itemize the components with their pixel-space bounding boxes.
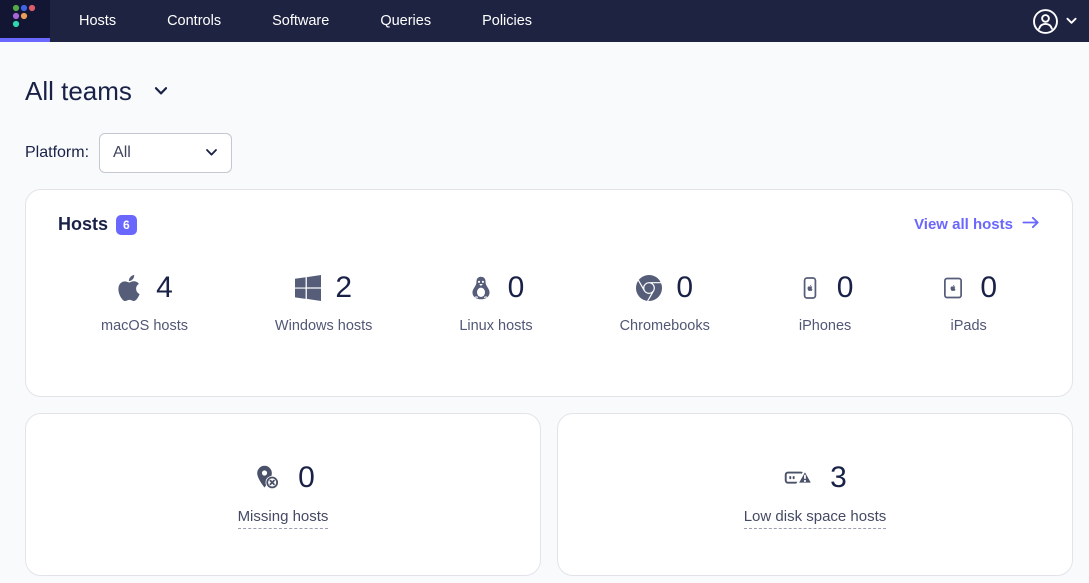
stat-count: 0 <box>837 271 854 305</box>
view-all-hosts-link[interactable]: View all hosts <box>914 216 1040 233</box>
hosts-summary-card: Hosts 6 View all hosts 4 macOS hosts <box>25 189 1073 397</box>
chevron-down-icon <box>154 83 168 101</box>
stat-label: Windows hosts <box>275 318 373 334</box>
metric-cards-row: 0 Missing hosts 3 Low disk spa <box>25 413 1073 576</box>
page-title: All teams <box>25 76 132 107</box>
arrow-right-icon <box>1022 216 1040 233</box>
account-menu-button[interactable] <box>1032 8 1089 35</box>
platform-filter-row: Platform: All <box>25 133 1073 173</box>
fleet-logo-button[interactable] <box>0 0 50 42</box>
metric-count: 3 <box>830 461 847 495</box>
avatar-icon <box>1032 8 1059 35</box>
iphone-icon <box>797 275 823 301</box>
linux-icon <box>468 275 494 301</box>
nav-item-controls[interactable]: Controls <box>167 13 221 29</box>
platform-filter-label: Platform: <box>25 144 89 162</box>
stat-count: 4 <box>156 271 173 305</box>
stat-label: iPhones <box>799 318 851 334</box>
metric-label[interactable]: Low disk space hosts <box>744 508 887 529</box>
platform-select[interactable]: All <box>99 133 232 173</box>
stat-label: iPads <box>951 318 987 334</box>
stat-tile-macos[interactable]: 4 macOS hosts <box>101 271 188 334</box>
stat-tile-iphones[interactable]: 0 iPhones <box>797 271 854 334</box>
windows-icon <box>295 275 321 301</box>
stat-tile-chromebooks[interactable]: 0 Chromebooks <box>620 271 710 334</box>
metric-card-missing-hosts[interactable]: 0 Missing hosts <box>25 413 541 576</box>
low-disk-icon <box>783 464 815 491</box>
stat-count: 0 <box>980 271 997 305</box>
hosts-card-title: Hosts <box>58 214 108 235</box>
nav-item-queries[interactable]: Queries <box>380 13 431 29</box>
stat-count: 0 <box>508 271 525 305</box>
nav-item-policies[interactable]: Policies <box>482 13 532 29</box>
stat-label: Chromebooks <box>620 318 710 334</box>
nav-item-software[interactable]: Software <box>272 13 329 29</box>
apple-icon <box>116 275 142 301</box>
stat-count: 0 <box>676 271 693 305</box>
top-navbar: Hosts Controls Software Queries Policies <box>0 0 1089 42</box>
main-nav: Hosts Controls Software Queries Policies <box>79 13 532 29</box>
hosts-card-header: Hosts 6 View all hosts <box>58 214 1040 235</box>
metric-label[interactable]: Missing hosts <box>238 508 329 529</box>
stat-label: macOS hosts <box>101 318 188 334</box>
missing-host-icon <box>251 464 283 491</box>
nav-item-hosts[interactable]: Hosts <box>79 13 116 29</box>
fleet-logo-icon <box>11 4 39 35</box>
platform-select-value: All <box>113 144 131 162</box>
stat-label: Linux hosts <box>459 318 532 334</box>
ipad-icon <box>940 275 966 301</box>
metric-card-low-disk-space[interactable]: 3 Low disk space hosts <box>557 413 1073 576</box>
chevron-down-icon <box>205 144 218 162</box>
stat-count: 2 <box>335 271 352 305</box>
stat-tile-linux[interactable]: 0 Linux hosts <box>459 271 532 334</box>
chrome-icon <box>636 275 662 301</box>
hosts-count-badge: 6 <box>116 215 137 235</box>
metric-count: 0 <box>298 461 315 495</box>
stat-tile-ipads[interactable]: 0 iPads <box>940 271 997 334</box>
dashboard-page: All teams Platform: All Hosts 6 View all… <box>0 76 1089 576</box>
team-selector[interactable]: All teams <box>25 76 168 107</box>
platform-stats-row: 4 macOS hosts 2 Windows hosts <box>58 271 1040 334</box>
chevron-down-icon <box>1066 12 1077 30</box>
stat-tile-windows[interactable]: 2 Windows hosts <box>275 271 373 334</box>
view-all-hosts-label: View all hosts <box>914 216 1013 233</box>
